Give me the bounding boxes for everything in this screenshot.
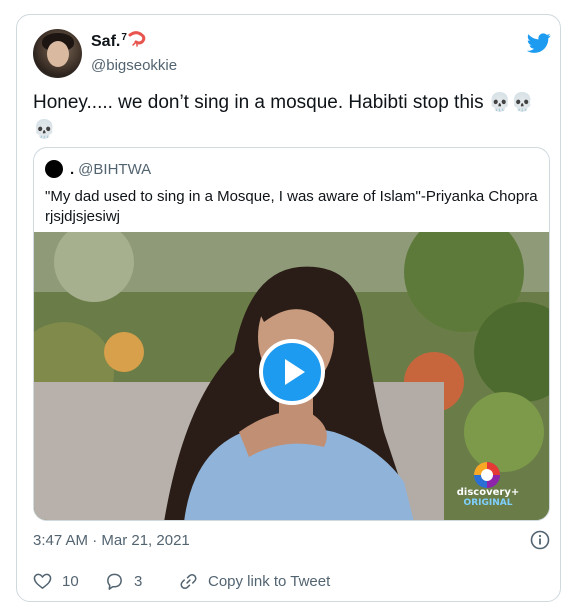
quoted-text: "My dad used to sing in a Mosque, I was … — [45, 188, 538, 225]
tweet-body: Honey..... we don’t sing in a mosque. Ha… — [33, 92, 484, 113]
twitter-bird-icon[interactable] — [527, 31, 551, 55]
action-bar: 10 3 Copy link to Tweet — [33, 571, 553, 591]
play-icon — [285, 359, 305, 385]
shrimp-icon — [128, 31, 146, 47]
quoted-display-name: . — [70, 161, 75, 178]
reply-button[interactable]: 3 — [105, 571, 142, 591]
heart-icon — [33, 573, 52, 589]
avatar[interactable] — [33, 29, 82, 78]
reply-icon — [107, 573, 122, 590]
author-handle[interactable]: @bigseokkie — [91, 57, 177, 74]
tweet-text: Honey..... we don’t sing in a mosque. Ha… — [33, 89, 553, 143]
quoted-avatar[interactable] — [45, 160, 63, 178]
video-player[interactable]: discovery+ ORIGINAL — [34, 232, 549, 520]
display-name[interactable]: Saf. — [91, 33, 120, 51]
brand-line-1: discovery+ — [456, 487, 520, 498]
copy-link-button[interactable]: Copy link to Tweet — [179, 571, 330, 591]
quoted-handle: @BIHTWA — [78, 161, 152, 178]
info-icon[interactable] — [530, 530, 550, 550]
play-button[interactable] — [259, 339, 325, 405]
quoted-user[interactable]: . @BIHTWA — [70, 161, 151, 178]
discovery-brand: discovery+ ORIGINAL — [452, 487, 524, 509]
like-button[interactable]: 10 — [33, 571, 79, 591]
name-superscript: 7 — [121, 32, 127, 43]
copy-link-label: Copy link to Tweet — [208, 572, 331, 590]
tweet-card: Saf. 7 @bigseokkie Honey..... we don’t s… — [16, 14, 561, 602]
author-name-row[interactable]: Saf. 7 — [91, 31, 146, 51]
avatar-face — [47, 41, 69, 67]
quoted-tweet[interactable]: . @BIHTWA "My dad used to sing in a Mosqu… — [33, 147, 550, 521]
like-count: 10 — [62, 572, 79, 590]
tweet-timestamp[interactable]: 3:47 AM · Mar 21, 2021 — [33, 532, 190, 549]
brand-line-2: ORIGINAL — [463, 498, 513, 508]
reply-count: 3 — [134, 572, 143, 590]
link-icon — [180, 573, 197, 589]
